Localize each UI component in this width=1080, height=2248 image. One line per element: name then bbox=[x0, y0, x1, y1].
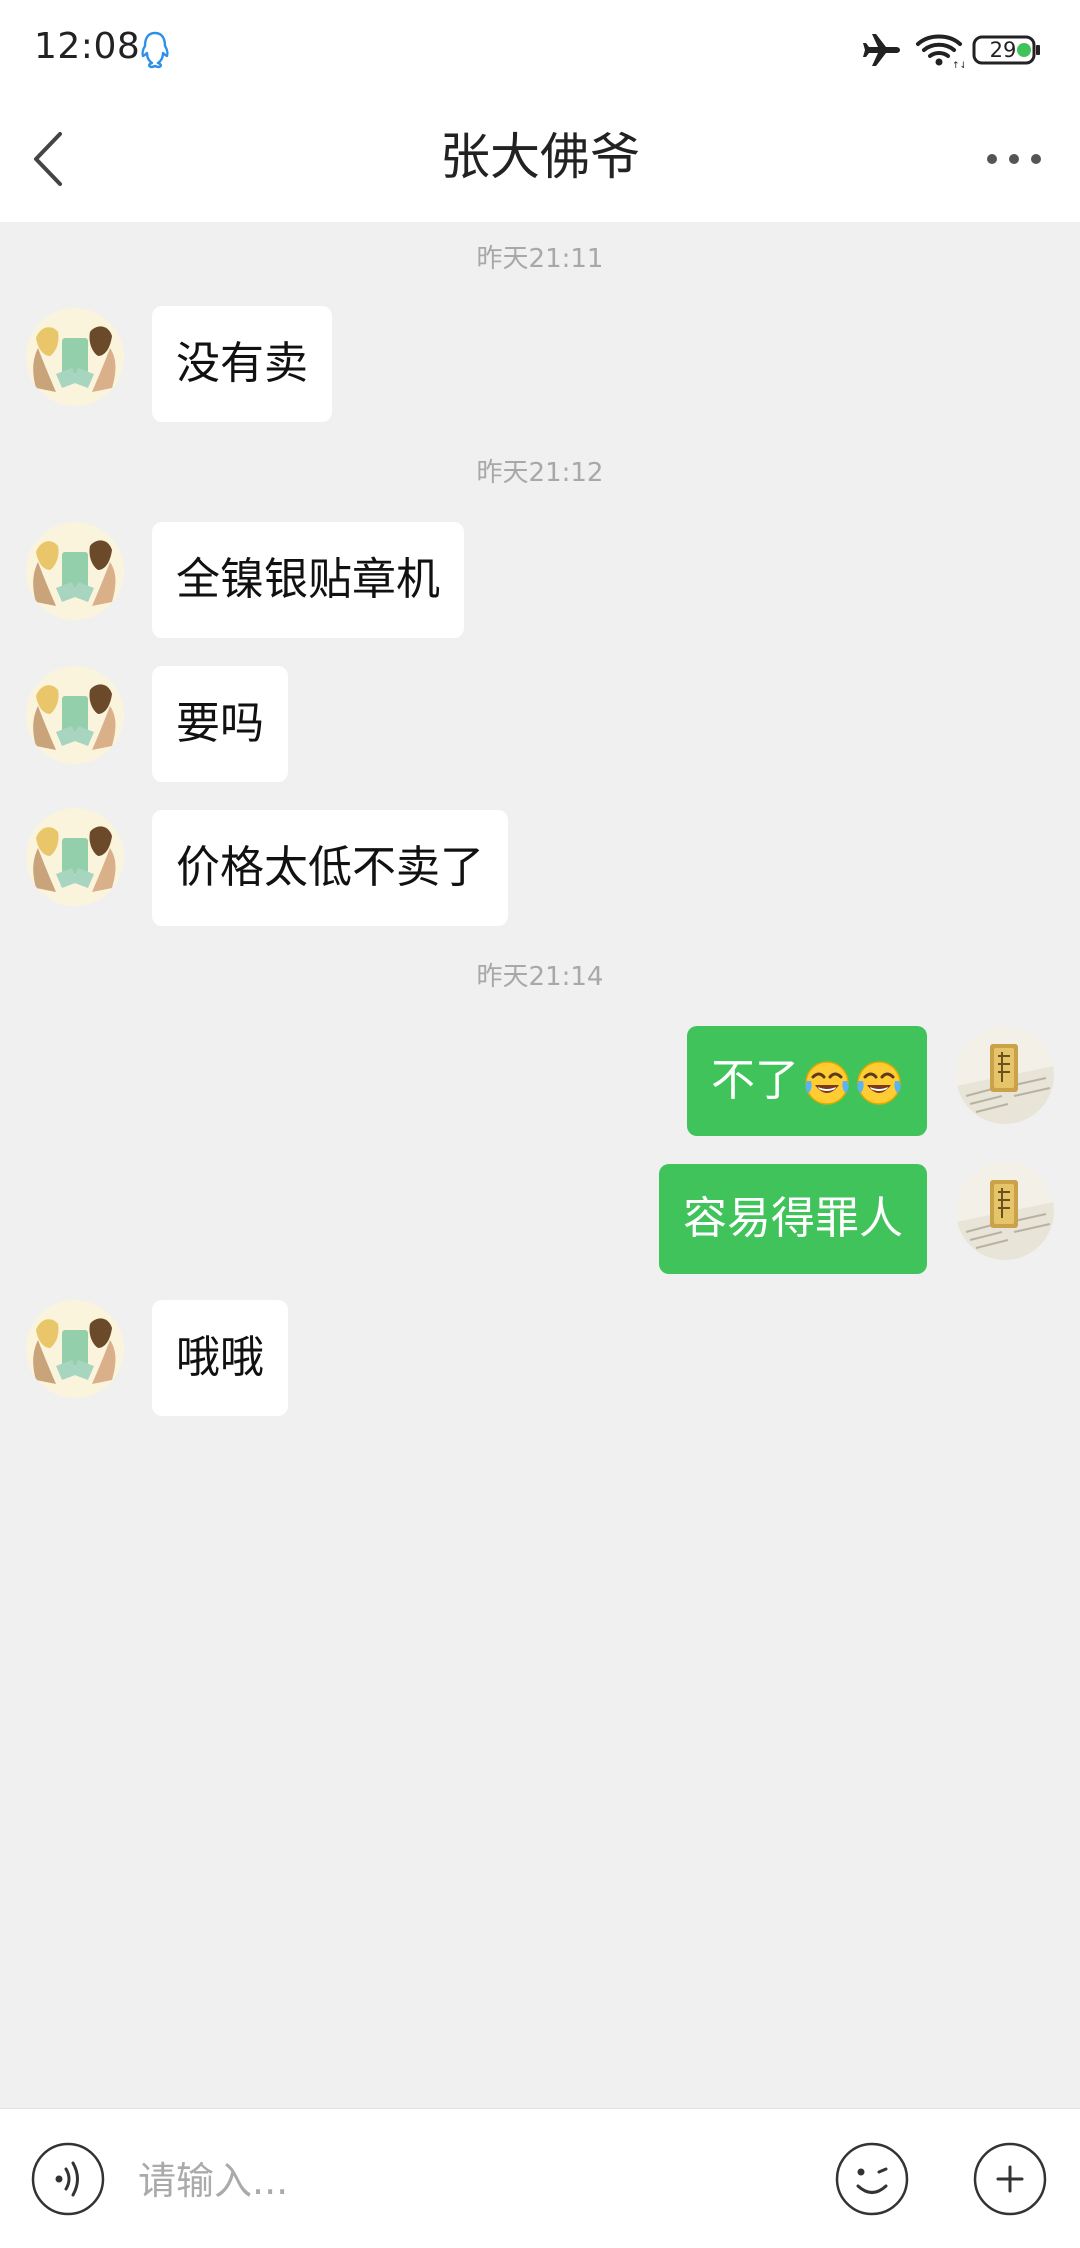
my-avatar[interactable] bbox=[956, 1026, 1054, 1124]
message-input[interactable]: 请输入... bbox=[138, 2153, 798, 2209]
back-arrow-icon[interactable] bbox=[18, 124, 88, 194]
message-bubble-outgoing[interactable]: 容易得罪人 bbox=[659, 1164, 927, 1274]
voice-icon[interactable] bbox=[30, 2141, 106, 2217]
status-time: 12:08 bbox=[34, 26, 141, 67]
svg-text:↑↓: ↑↓ bbox=[952, 61, 964, 70]
contact-avatar[interactable] bbox=[26, 666, 124, 764]
message-bubble-incoming[interactable]: 要吗 bbox=[152, 666, 288, 782]
message-text: 不了 bbox=[711, 1055, 799, 1106]
timestamp: 昨天21:12 bbox=[476, 458, 604, 488]
qq-icon bbox=[141, 31, 169, 69]
message-bubble-incoming[interactable]: 全镍银贴章机 bbox=[152, 522, 464, 638]
message-bubble-incoming[interactable]: 价格太低不卖了 bbox=[152, 810, 508, 926]
message-bubble-outgoing[interactable]: 不了 bbox=[687, 1026, 927, 1136]
contact-avatar[interactable] bbox=[26, 308, 124, 406]
wifi-icon: ↑↓ bbox=[916, 34, 964, 70]
tears-of-joy-emoji bbox=[857, 1061, 901, 1105]
chat-header: 张大佛爷 bbox=[0, 96, 1080, 222]
plus-icon[interactable] bbox=[972, 2141, 1048, 2217]
input-bar: 请输入... bbox=[0, 2108, 1080, 2248]
emoji-icon[interactable] bbox=[834, 2141, 910, 2217]
contact-avatar[interactable] bbox=[26, 1300, 124, 1398]
tears-of-joy-emoji bbox=[805, 1061, 849, 1105]
chat-screen: 12:08 ↑↓ 29 张大佛爷 昨天21:11 没有卖 昨天21:12 全镍银… bbox=[0, 0, 1080, 2248]
my-avatar[interactable] bbox=[956, 1162, 1054, 1260]
timestamp: 昨天21:14 bbox=[476, 962, 604, 992]
contact-avatar[interactable] bbox=[26, 808, 124, 906]
battery-icon: 29 bbox=[972, 34, 1042, 66]
message-bubble-incoming[interactable]: 没有卖 bbox=[152, 306, 332, 422]
airplane-mode-icon bbox=[863, 34, 900, 66]
battery-level: 29 bbox=[989, 38, 1017, 62]
message-bubble-incoming[interactable]: 哦哦 bbox=[152, 1300, 288, 1416]
contact-name: 张大佛爷 bbox=[440, 128, 640, 186]
timestamp: 昨天21:11 bbox=[476, 244, 604, 274]
contact-avatar[interactable] bbox=[26, 522, 124, 620]
status-bar: 12:08 ↑↓ 29 bbox=[0, 0, 1080, 96]
more-options-icon[interactable] bbox=[976, 132, 1052, 186]
